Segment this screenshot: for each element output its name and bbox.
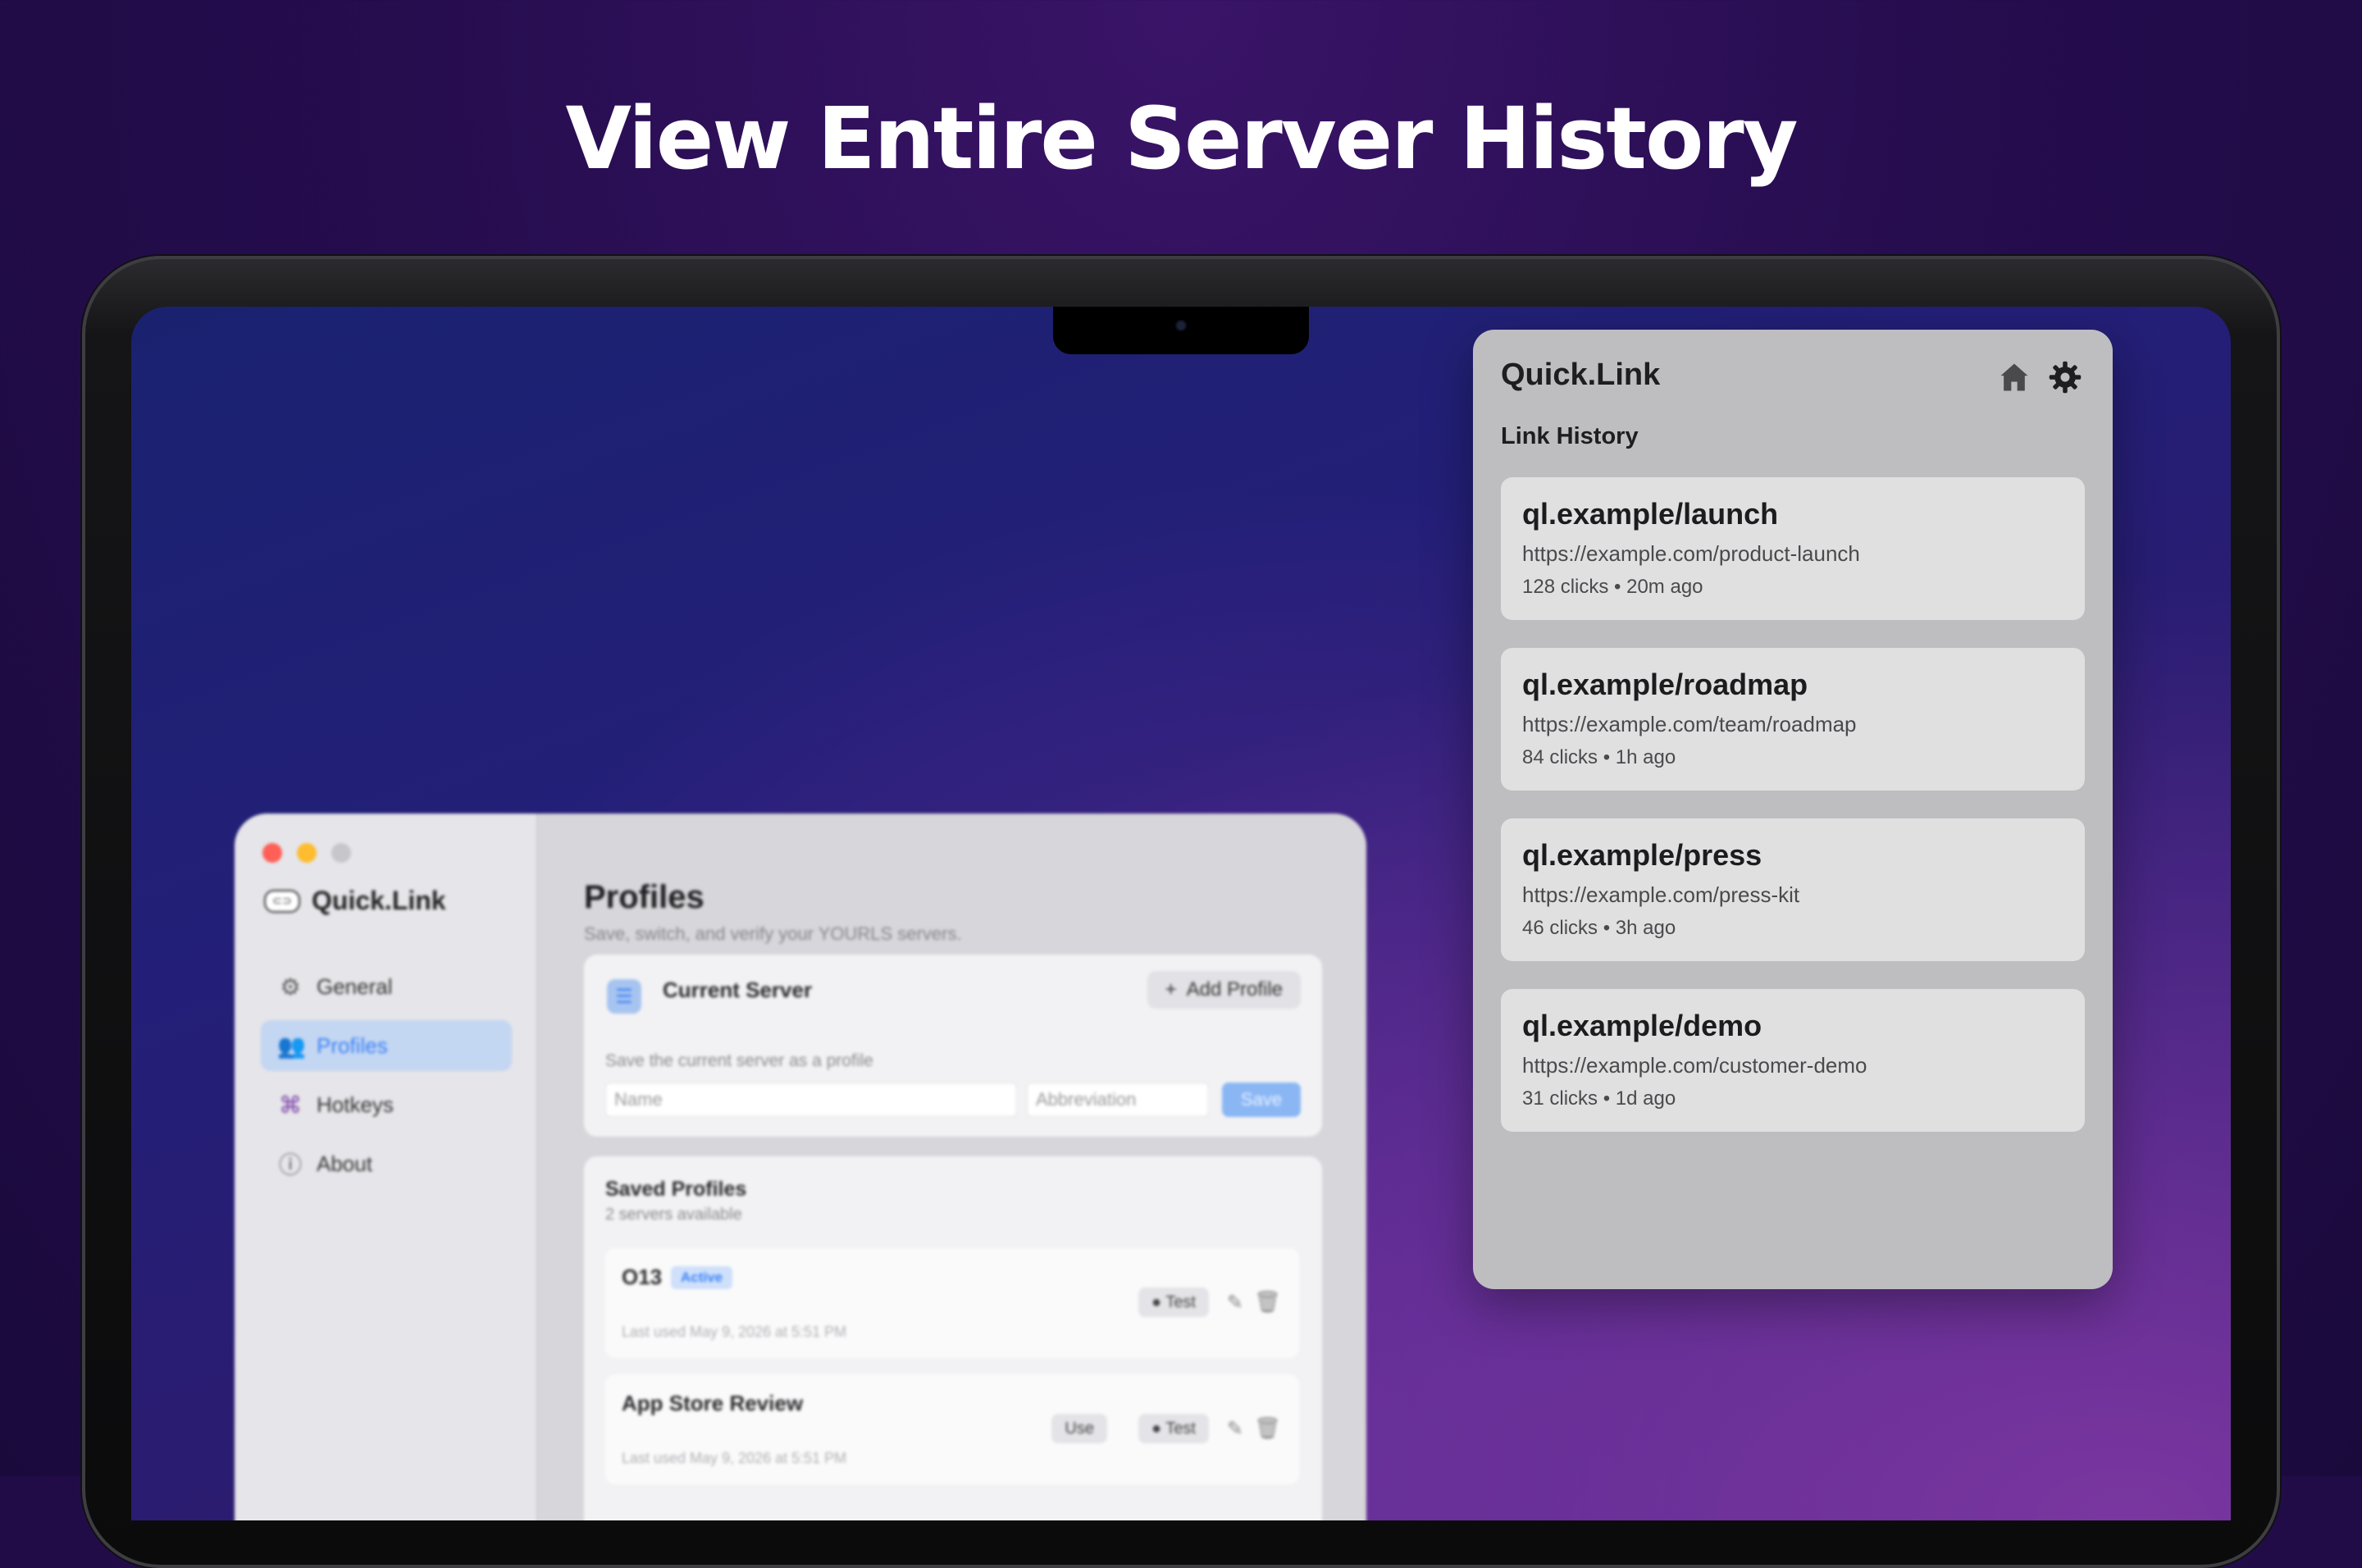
settings-brand-title: Quick.Link: [312, 886, 446, 915]
save-profile-button[interactable]: Save: [1222, 1083, 1301, 1117]
link-history-item[interactable]: ql.example/demo https://example.com/cust…: [1501, 989, 2085, 1132]
current-server-hint: Save the current server as a profile: [605, 1051, 873, 1070]
sidebar-item-label: Profiles: [317, 1032, 388, 1058]
link-stats: 128 clicks • 20m ago: [1522, 576, 1703, 598]
short-link: ql.example/launch: [1522, 497, 1779, 531]
link-history-item[interactable]: ql.example/roadmap https://example.com/t…: [1501, 648, 2085, 791]
camera-notch: [1053, 307, 1309, 354]
gear-icon: ⚙: [280, 973, 301, 1000]
settings-main: Profiles Save, switch, and verify your Y…: [538, 814, 1366, 1520]
profile-name-field[interactable]: Name: [605, 1083, 1017, 1117]
people-icon: 👥: [277, 1032, 306, 1059]
settings-brand: ⊂⊃ Quick.Link: [264, 886, 446, 916]
link-stats: 46 clicks • 3h ago: [1522, 917, 1676, 939]
sidebar-item-about[interactable]: ⓘ About: [261, 1138, 512, 1189]
profile-name: O13: [622, 1265, 663, 1289]
plus-icon: +: [1165, 978, 1177, 1001]
current-server-card: ☰ Current Server + Add Profile Save the …: [584, 955, 1322, 1137]
saved-profiles-title: Saved Profiles: [605, 1178, 747, 1201]
gear-icon[interactable]: [2047, 359, 2083, 395]
profile-last-used: Last used May 9, 2026 at 5:51 PM: [622, 1450, 847, 1466]
edit-icon[interactable]: ✎: [1227, 1417, 1243, 1441]
page-title: Profiles: [584, 879, 704, 915]
sidebar-item-profiles[interactable]: 👥 Profiles: [261, 1020, 512, 1071]
long-url: https://example.com/customer-demo: [1522, 1053, 1867, 1078]
sidebar-item-label: About: [317, 1151, 372, 1176]
status-badge: Active: [671, 1266, 733, 1289]
long-url: https://example.com/press-kit: [1522, 882, 1800, 907]
command-icon: ⌘: [279, 1092, 302, 1118]
use-button[interactable]: Use: [1051, 1414, 1107, 1443]
profile-row[interactable]: O13 Active Last used May 9, 2026 at 5:51…: [605, 1248, 1299, 1358]
link-stats: 84 clicks • 1h ago: [1522, 746, 1676, 768]
popover-title: Quick.Link: [1501, 358, 1661, 392]
info-icon: ⓘ: [278, 1152, 302, 1178]
saved-profiles-count: 2 servers available: [605, 1206, 742, 1224]
link-history-item[interactable]: ql.example/press https://example.com/pre…: [1501, 818, 2085, 961]
trash-icon[interactable]: 🗑: [1254, 1415, 1281, 1441]
link-icon: ⊂⊃: [264, 889, 300, 913]
close-window-button[interactable]: [262, 843, 282, 863]
add-profile-label: Add Profile: [1186, 978, 1283, 1001]
sidebar-item-general[interactable]: ⚙ General: [261, 961, 512, 1012]
profile-abbreviation-field[interactable]: Abbreviation: [1027, 1083, 1209, 1117]
profile-last-used: Last used May 9, 2026 at 5:51 PM: [622, 1324, 847, 1340]
sidebar-item-hotkeys[interactable]: ⌘ Hotkeys: [261, 1079, 512, 1130]
headline: View Entire Server History: [565, 89, 1799, 189]
home-icon[interactable]: [1996, 359, 2032, 395]
link-stats: 31 clicks • 1d ago: [1522, 1087, 1676, 1110]
short-link: ql.example/press: [1522, 838, 1762, 872]
settings-nav: ⚙ General 👥 Profiles ⌘ Hotkeys ⓘ About: [261, 961, 512, 1197]
short-link: ql.example/roadmap: [1522, 668, 1808, 701]
zoom-window-button[interactable]: [331, 843, 351, 863]
test-button-label: Test: [1165, 1293, 1196, 1311]
test-button[interactable]: ● Test: [1138, 1414, 1209, 1443]
settings-sidebar: ⊂⊃ Quick.Link ⚙ General 👥 Profiles ⌘ Hot…: [235, 814, 538, 1520]
trash-icon[interactable]: 🗑: [1254, 1289, 1281, 1315]
test-button[interactable]: ● Test: [1138, 1288, 1209, 1317]
link-history-item[interactable]: ql.example/launch https://example.com/pr…: [1501, 477, 2085, 620]
page-subtitle: Save, switch, and verify your YOURLS ser…: [584, 923, 962, 944]
saved-profiles-card: Saved Profiles 2 servers available O13 A…: [584, 1156, 1322, 1520]
add-profile-button[interactable]: + Add Profile: [1147, 971, 1301, 1009]
settings-window: ⊂⊃ Quick.Link ⚙ General 👥 Profiles ⌘ Hot…: [235, 814, 1366, 1520]
server-icon: ☰: [607, 979, 641, 1014]
current-server-title: Current Server: [663, 978, 813, 1002]
minimize-window-button[interactable]: [297, 843, 317, 863]
profile-name: App Store Review: [622, 1391, 804, 1415]
long-url: https://example.com/product-launch: [1522, 541, 1860, 566]
test-button-label: Test: [1165, 1420, 1196, 1438]
profile-row[interactable]: App Store Review Last used May 9, 2026 a…: [605, 1374, 1299, 1484]
link-history-popover: Quick.Link Link History ql.example/launc…: [1473, 330, 2113, 1289]
camera-icon: [1177, 321, 1185, 330]
edit-icon[interactable]: ✎: [1227, 1291, 1243, 1315]
short-link: ql.example/demo: [1522, 1009, 1762, 1042]
laptop-screen: ⊂⊃ Quick.Link ⚙ General 👥 Profiles ⌘ Hot…: [131, 307, 2231, 1520]
sidebar-item-label: General: [317, 973, 393, 999]
long-url: https://example.com/team/roadmap: [1522, 712, 1857, 736]
sidebar-item-label: Hotkeys: [317, 1092, 394, 1117]
section-heading: Link History: [1501, 423, 1639, 449]
